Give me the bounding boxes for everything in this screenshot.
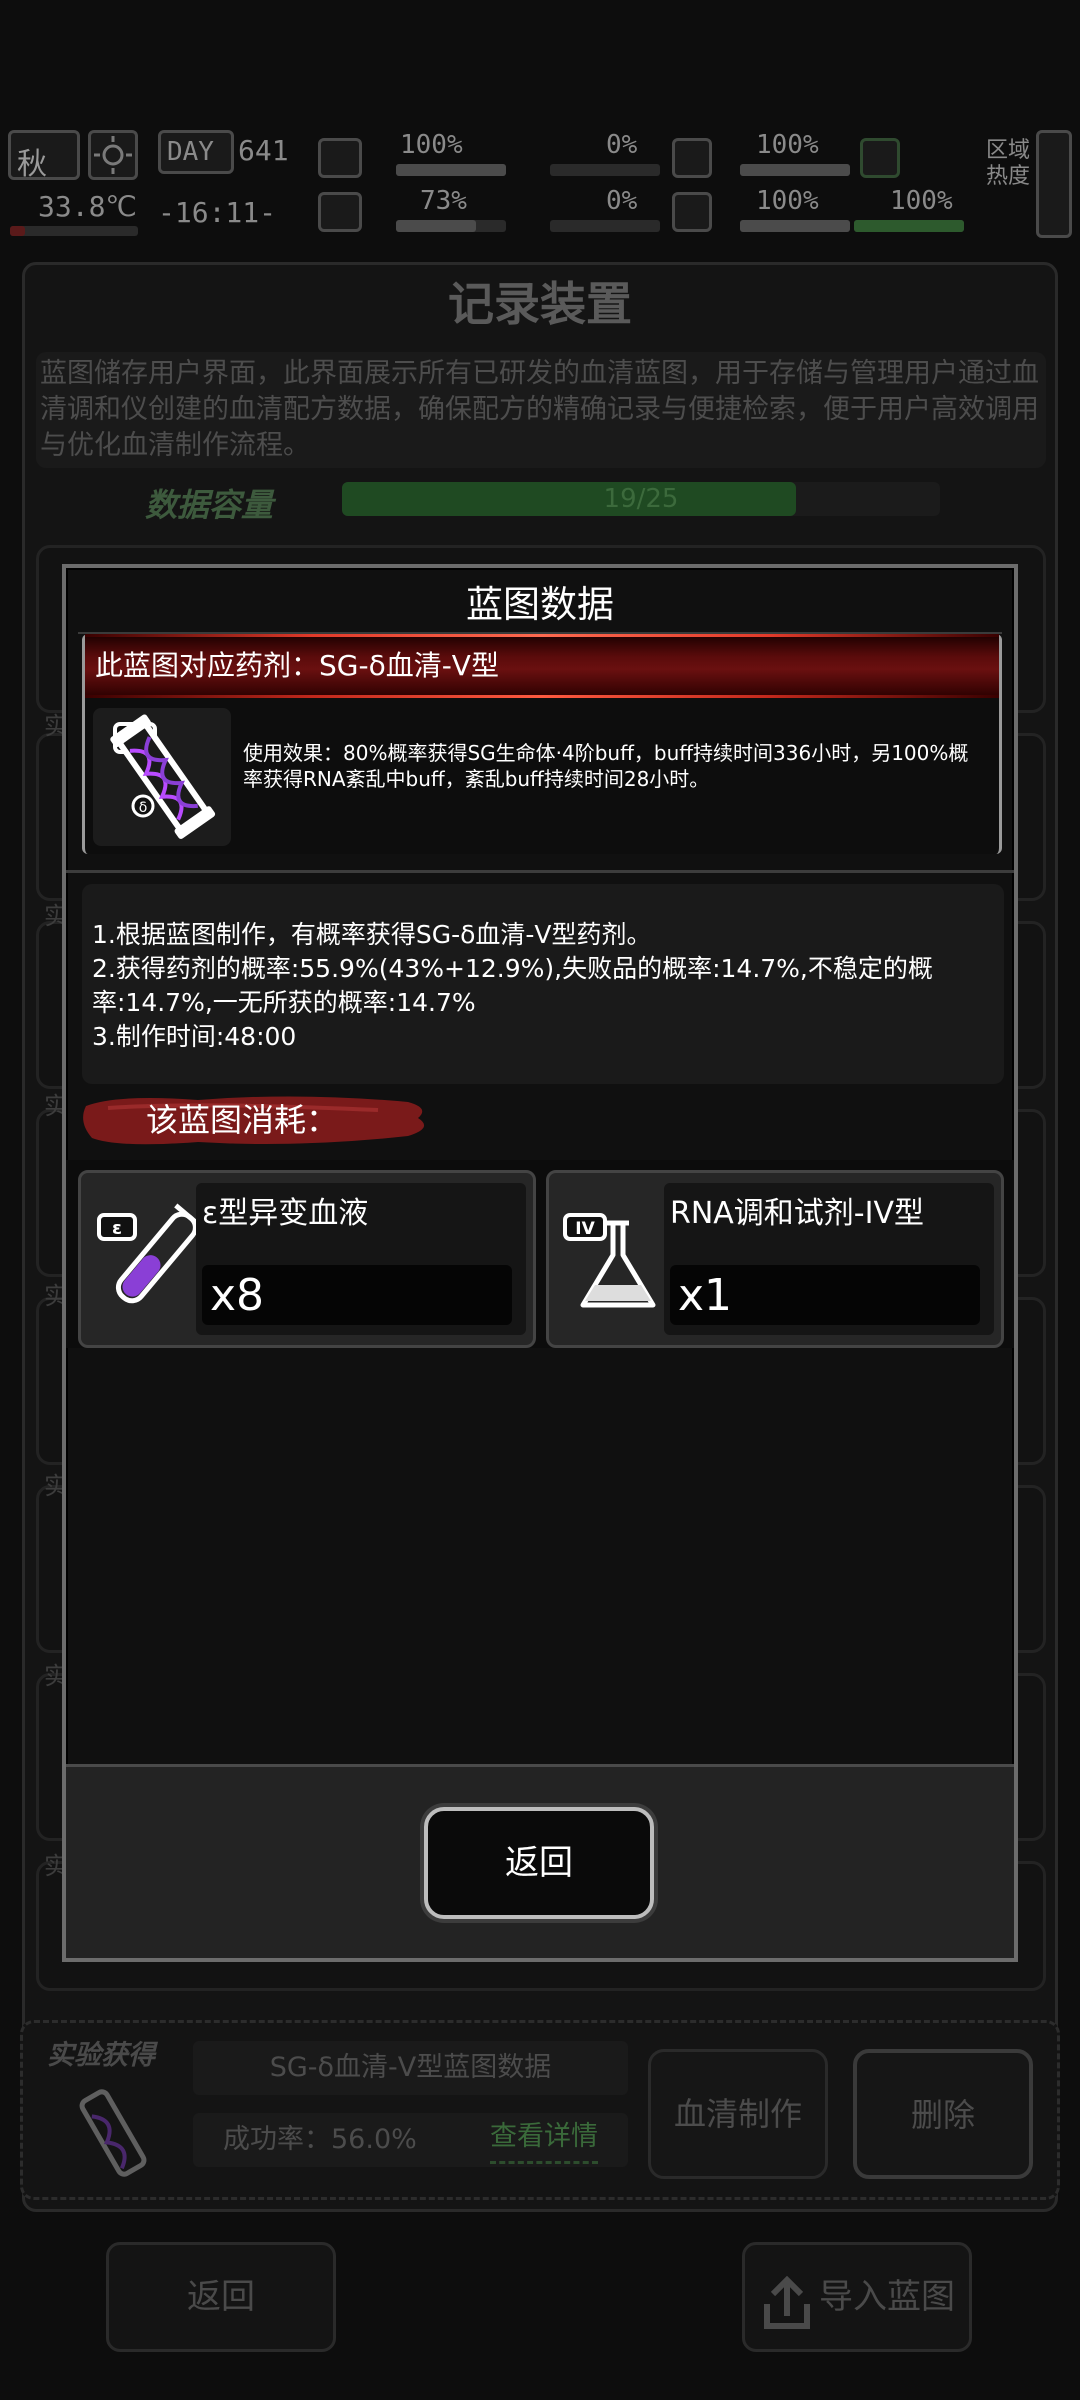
drug-header-text: 此蓝图对应药剂：SG-δ血清-V型 [95, 649, 499, 682]
material-badge: IV [575, 1219, 595, 1239]
material-name: ε型异变血液 [202, 1196, 369, 1231]
blueprint-name: SG-δ血清-V型蓝图数据 [193, 2041, 628, 2095]
region-heat-label: 区域 热度 [986, 138, 1031, 189]
capacity-label: 数据容量 [145, 486, 274, 524]
success-rate-text: 成功率：56.0% [223, 2124, 417, 2155]
import-blueprint-label: 导入蓝图 [819, 2277, 955, 2317]
temperature-readout: 33.8℃ [38, 190, 137, 223]
game-screen: 秋 33.8℃ DAY 641 -16:11- 100% 73% 0% 0% 1… [0, 0, 1080, 2400]
drug-info-box: 此蓝图对应药剂：SG-δ血清-V型 V δ 使用效果 [82, 634, 1002, 854]
material-name-box: ε型异变血液 x8 [196, 1183, 526, 1335]
material-card[interactable]: IV RNA调和试剂-IV型 x1 [546, 1170, 1004, 1348]
stat-value: 100% [400, 130, 463, 160]
serum-icon: V δ [93, 708, 231, 846]
view-details-link[interactable]: 查看详情 [490, 2113, 598, 2164]
toilet-icon [860, 138, 900, 178]
stat-value: 100% [756, 186, 819, 216]
page-description: 蓝图储存用户界面，此界面展示所有已研发的血清蓝图，用于存储与管理用户通过血清调和… [36, 352, 1046, 468]
heat-gauge [1036, 130, 1072, 238]
stat-value: 0% [606, 130, 638, 160]
delete-button[interactable]: 删除 [853, 2049, 1033, 2179]
brain-icon [318, 192, 362, 232]
drug-effect-text: 使用效果：80%概率获得SG生命体·4阶buff，buff持续时间336小时，另… [243, 741, 969, 791]
status-bar: 秋 33.8℃ DAY 641 -16:11- 100% 73% 0% 0% 1… [0, 120, 1080, 250]
import-blueprint-button[interactable]: 导入蓝图 [742, 2242, 972, 2352]
materials-area: ε ε型异变血液 x8 IV RNA调和试剂-IV型 x1 [66, 1160, 1014, 1348]
make-serum-button[interactable]: 血清制作 [648, 2049, 828, 2179]
stat-value: 100% [756, 130, 819, 160]
blueprint-data-dialog: 蓝图数据 此蓝图对应药剂：SG-δ血清-V型 V [62, 564, 1018, 1962]
stat-value: 0% [606, 186, 638, 216]
material-card[interactable]: ε ε型异变血液 x8 [78, 1170, 536, 1348]
season-box: 秋 [8, 130, 80, 182]
day-badge: DAY [158, 130, 234, 174]
material-badge: ε [112, 1218, 122, 1239]
dialog-footer: 返回 [66, 1764, 1014, 1958]
back-button[interactable]: 返回 [424, 1807, 654, 1919]
stat-value: 100% [890, 186, 953, 216]
day-number: 641 [238, 134, 289, 167]
capacity-text: 19/25 [603, 484, 679, 514]
info-line: 1.根据蓝图制作，有概率获得SG-δ血清-V型药剂。 [92, 920, 652, 949]
drug-header: 此蓝图对应药剂：SG-δ血清-V型 [85, 634, 999, 698]
material-qty-box: x1 [670, 1265, 980, 1325]
test-tube-icon: ε [91, 1193, 207, 1323]
serum-icon [63, 2083, 163, 2183]
clock-readout: -16:11- [158, 196, 277, 229]
stomach-icon [672, 138, 712, 178]
capacity-bar: 19/25 [342, 482, 940, 516]
info-line: 2.获得药剂的概率:55.9%(43%+12.9%),失败品的概率:14.7%,… [92, 954, 933, 1017]
flask-icon: IV [559, 1193, 667, 1323]
material-name: RNA调和试剂-IV型 [670, 1196, 925, 1231]
acquired-label: 实验获得 [47, 2040, 155, 2071]
success-rate: 成功率：56.0% 查看详情 [193, 2113, 628, 2167]
consume-label: 该蓝图消耗： [146, 1101, 339, 1139]
dialog-title: 蓝图数据 [466, 583, 614, 626]
svg-text:δ: δ [139, 800, 148, 816]
blueprint-card[interactable]: 实验获得 SG-δ血清-V型蓝图数据 成功率：56.0% 查看详情 血清制作 删… [20, 2020, 1060, 2200]
stat-value: 73% [420, 186, 467, 216]
season-label: 秋 [17, 147, 47, 182]
blueprint-info-box: 1.根据蓝图制作，有概率获得SG-δ血清-V型药剂。 2.获得药剂的概率:55.… [82, 884, 1004, 1084]
material-qty: x8 [210, 1270, 265, 1321]
bg-back-button[interactable]: 返回 [106, 2242, 336, 2352]
upload-icon [761, 2269, 813, 2329]
info-line: 3.制作时间:48:00 [92, 1022, 297, 1051]
sun-icon [88, 130, 138, 180]
material-name-box: RNA调和试剂-IV型 x1 [664, 1183, 994, 1335]
page-title: 记录装置 [448, 277, 632, 331]
heart-icon [672, 192, 712, 232]
material-qty: x1 [678, 1270, 733, 1321]
medkit-icon [318, 138, 362, 178]
day-label: DAY [167, 137, 214, 167]
material-qty-box: x8 [202, 1265, 512, 1325]
section-divider [66, 870, 1014, 873]
